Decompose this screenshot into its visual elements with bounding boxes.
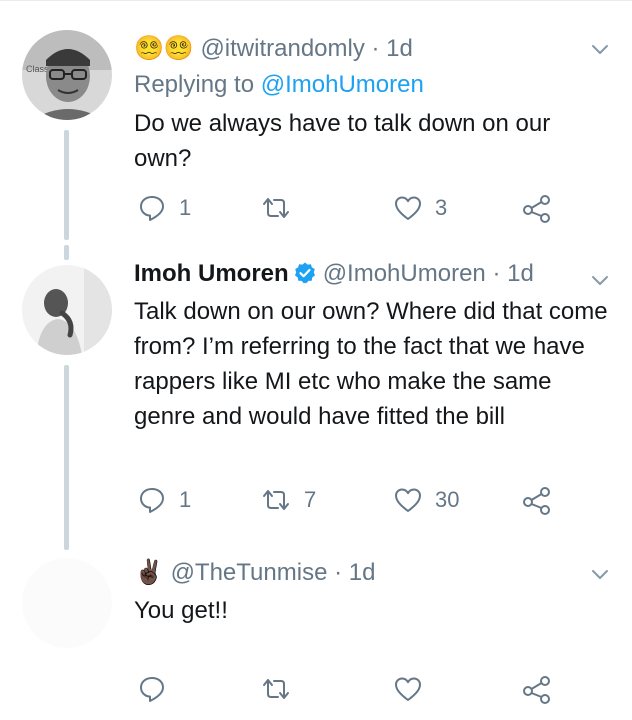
tweet-header: ✌🏿 @TheTunmise · 1d: [134, 558, 375, 588]
heart-icon: [395, 196, 421, 220]
heart-icon: [395, 488, 421, 512]
tweet-text: You get!!: [134, 597, 228, 624]
tweet-header: 😵‍💫😵‍💫 @itwitrandomly · 1d: [134, 34, 413, 64]
tweet-itwitrandomly[interactable]: Class 😵‍💫😵‍💫 @itwitrandomly · 1d Replyin…: [0, 0, 632, 245]
reply-count: 1: [179, 487, 192, 512]
replying-handle-link[interactable]: @ImohUmoren: [261, 71, 424, 98]
replying-label: Replying to: [134, 71, 255, 98]
avatar[interactable]: [22, 558, 112, 648]
handle[interactable]: @TheTunmise: [171, 559, 328, 586]
thread-line-top: [64, 245, 69, 260]
avatar-person-bw-icon: [22, 265, 112, 355]
like-count: 30: [435, 487, 460, 512]
share-button[interactable]: [522, 674, 552, 704]
share-button[interactable]: [522, 485, 552, 515]
share-icon: [523, 195, 550, 223]
timestamp[interactable]: · 1d: [492, 260, 533, 287]
tweet-text: Talk down on our own? Where did that com…: [134, 298, 608, 430]
reply-button[interactable]: [137, 674, 179, 704]
retweet-icon: [263, 490, 289, 510]
retweet-icon: [263, 198, 289, 218]
reply-button[interactable]: 1: [137, 193, 191, 223]
avatar-person-glasses-icon: Class: [22, 30, 112, 120]
avatar-blank-icon: [22, 558, 112, 648]
display-name[interactable]: Imoh Umoren: [134, 260, 289, 287]
retweet-button[interactable]: [260, 193, 304, 223]
chevron-down-icon[interactable]: [588, 562, 612, 586]
retweet-button[interactable]: 7: [260, 485, 316, 515]
replying-to: Replying to @ImohUmoren: [134, 70, 424, 100]
heart-icon: [395, 677, 421, 701]
thread-line: [64, 130, 69, 240]
reply-icon: [140, 677, 164, 702]
handle-emoji: ✌🏿: [134, 559, 164, 586]
verified-badge-icon: [293, 261, 317, 293]
reply-count: 1: [179, 195, 192, 220]
svg-text:Class: Class: [26, 64, 49, 74]
tweet-text: Do we always have to talk down on our ow…: [134, 110, 551, 172]
retweet-icon: [263, 679, 289, 699]
like-button[interactable]: 3: [393, 193, 447, 223]
timestamp[interactable]: · 1d: [372, 35, 413, 62]
reply-icon: [140, 488, 164, 513]
tweet-header: Imoh Umoren @ImohUmoren · 1d: [134, 259, 534, 293]
avatar[interactable]: Class: [22, 30, 112, 120]
tweet-thetunmise[interactable]: ✌🏿 @TheTunmise · 1d You get!!: [0, 550, 632, 720]
share-button[interactable]: [522, 193, 552, 223]
reply-icon: [140, 196, 164, 221]
reply-button[interactable]: 1: [137, 485, 191, 515]
share-icon: [523, 487, 550, 515]
chevron-down-icon[interactable]: [588, 268, 612, 292]
chevron-down-icon[interactable]: [588, 37, 612, 61]
tweet-imohumoren[interactable]: Imoh Umoren @ImohUmoren · 1d Talk down on…: [0, 245, 632, 550]
like-count: 3: [435, 195, 448, 220]
like-button[interactable]: 30: [393, 485, 459, 515]
handle[interactable]: @itwitrandomly: [200, 35, 364, 62]
retweet-button[interactable]: [260, 674, 304, 704]
retweet-count: 7: [304, 487, 317, 512]
thread-line: [64, 365, 69, 550]
handle[interactable]: @ImohUmoren: [323, 260, 486, 287]
timestamp[interactable]: · 1d: [334, 559, 375, 586]
handle-emoji: 😵‍💫😵‍💫: [134, 35, 194, 62]
avatar[interactable]: [22, 265, 112, 355]
share-icon: [523, 676, 550, 704]
like-button[interactable]: [393, 674, 435, 704]
